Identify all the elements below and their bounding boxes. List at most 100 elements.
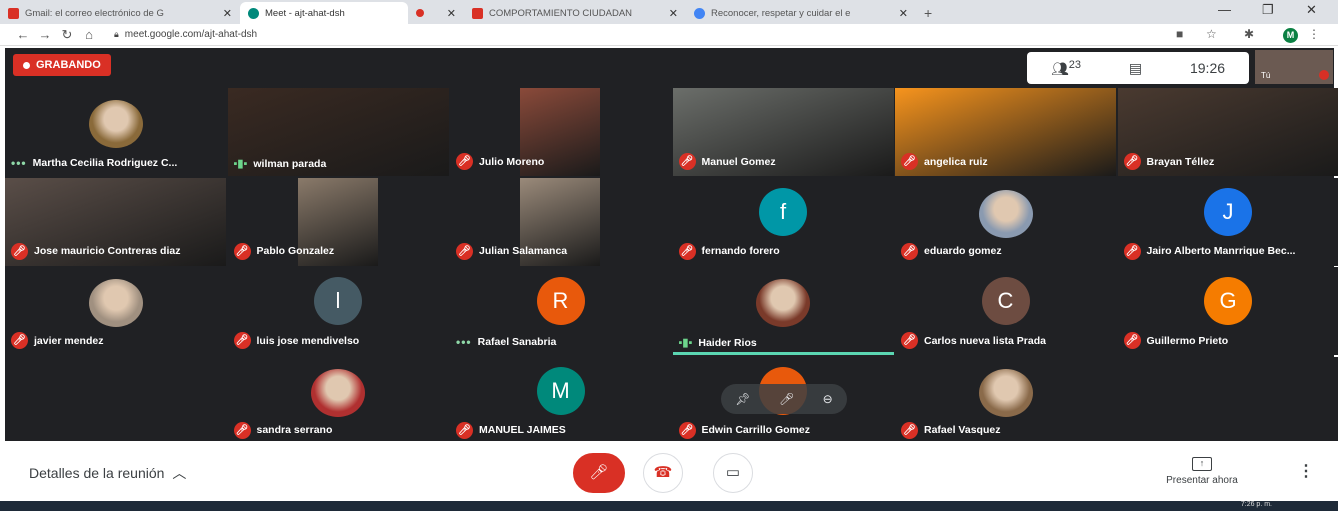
participant-tile bbox=[1117, 356, 1338, 445]
participant-name: MANUEL JAIMES bbox=[479, 424, 566, 436]
close-icon[interactable]: ✕ bbox=[223, 7, 232, 20]
home-icon[interactable]: ⌂ bbox=[78, 27, 100, 42]
participant-nameplate: 🎤︎ Carlos nueva lista Prada bbox=[901, 332, 1046, 349]
initial-avatar: M bbox=[536, 366, 585, 415]
participant-name: Rafael Sanabria bbox=[477, 336, 557, 348]
camera-icon: ▭ bbox=[725, 464, 741, 481]
chevron-up-icon: ︿ bbox=[172, 465, 187, 481]
mic-off-icon: 🎤︎ bbox=[233, 242, 251, 260]
pin-icon[interactable]: 📌︎ bbox=[735, 392, 750, 406]
participant-nameplate: 🎤︎ Jose mauricio Contreras diaz bbox=[11, 242, 180, 260]
participant-tile[interactable]: J 🎤︎ Jairo Alberto Manrrique Bec... bbox=[1117, 177, 1338, 266]
participant-name: wilman parada bbox=[253, 157, 327, 170]
participant-tile[interactable]: ▪▮▪ Haider Rios bbox=[672, 267, 894, 355]
leave-call-button[interactable]: ☎︎ bbox=[643, 453, 683, 493]
participant-tile[interactable]: 🎤︎ eduardo gomez bbox=[895, 177, 1116, 266]
camera-ext-icon[interactable]: ■ bbox=[1176, 27, 1183, 41]
participant-nameplate: 🎤︎ Rafael Vasquez bbox=[901, 421, 1001, 439]
tab-meet[interactable]: Meet - ajt-ahat-dsh bbox=[240, 2, 408, 24]
chat-icon[interactable]: ▤ bbox=[1129, 60, 1142, 77]
tab-gmail[interactable]: Gmail: el correo electrónico de G ✕ bbox=[0, 2, 240, 24]
puzzle-icon[interactable]: ✱ bbox=[1244, 27, 1254, 41]
participant-nameplate: 🎤︎ angelica ruiz bbox=[901, 153, 988, 170]
meeting-time: 19:26 bbox=[1189, 60, 1226, 76]
initial-avatar: f bbox=[759, 187, 807, 236]
participant-tile[interactable]: C 🎤︎ Carlos nueva lista Prada bbox=[895, 267, 1116, 355]
participant-tile bbox=[5, 356, 226, 445]
tab-title: Gmail: el correo electrónico de G bbox=[25, 7, 164, 19]
participant-tile[interactable]: ▪▮▪ wilman parada bbox=[227, 88, 449, 176]
close-icon[interactable]: ✕ bbox=[899, 7, 908, 20]
participant-name: fernando forero bbox=[701, 245, 780, 257]
google-icon bbox=[694, 7, 705, 19]
meeting-details-button[interactable]: Detalles de la reunión ︿ bbox=[29, 463, 186, 483]
participant-tile[interactable]: 🎤︎ Julian Salamanca bbox=[450, 177, 671, 266]
reload-icon[interactable]: ↻ bbox=[56, 27, 78, 43]
participants-count: 23 bbox=[1068, 58, 1081, 71]
participant-tile[interactable]: l 🎤︎ luis jose mendivelso bbox=[227, 267, 449, 355]
mic-off-icon: 🎤︎ bbox=[456, 153, 473, 170]
url-field[interactable]: 🔒︎ meet.google.com/ajt-ahat-dsh bbox=[114, 29, 257, 40]
taskbar-clock: 7:26 p. m. bbox=[1240, 501, 1272, 508]
back-icon[interactable]: ← bbox=[12, 27, 34, 42]
participant-tile[interactable]: 🎤︎ Jose mauricio Contreras diaz bbox=[5, 177, 226, 266]
tab-comportamiento[interactable]: COMPORTAMIENTO CIUDADAN ✕ bbox=[464, 2, 686, 24]
participant-tile[interactable]: ••• Martha Cecilia Rodriguez C... bbox=[5, 88, 226, 176]
participant-name: Haider Rios bbox=[698, 336, 757, 349]
window-close-icon[interactable]: ✕ bbox=[1306, 2, 1317, 18]
participant-nameplate: 🎤︎ Jairo Alberto Manrrique Bec... bbox=[1123, 242, 1295, 260]
participant-tile[interactable]: 🎤︎ sandra serrano bbox=[227, 356, 449, 445]
participant-tile[interactable]: 🎤︎ Rafael Vasquez bbox=[895, 356, 1116, 445]
participant-name: Manuel Gomez bbox=[701, 155, 776, 168]
participant-nameplate: 🎤︎ javier mendez bbox=[11, 332, 103, 349]
tile-hover-controls: 📌︎ 🎤︎ ⊖ bbox=[721, 384, 847, 414]
participant-tile[interactable]: 🎤︎ Brayan Téllez bbox=[1117, 88, 1338, 176]
participants-button[interactable]: 👥︎23 bbox=[1051, 59, 1081, 78]
more-options-icon[interactable]: ⋮ bbox=[1298, 461, 1314, 481]
participant-tile[interactable]: R ••• Rafael Sanabria bbox=[450, 267, 671, 355]
mic-off-icon: 🎤︎ bbox=[901, 421, 918, 439]
restore-icon[interactable]: ❐ bbox=[1262, 2, 1274, 18]
mic-off-icon: 🎤︎ bbox=[1123, 332, 1141, 349]
recording-badge: GRABANDO bbox=[13, 54, 111, 76]
new-tab-button[interactable]: + bbox=[916, 2, 946, 24]
mic-off-icon: 🎤︎ bbox=[233, 421, 251, 439]
mic-off-icon: 🎤︎ bbox=[589, 464, 609, 481]
hangup-icon: ☎︎ bbox=[653, 464, 673, 481]
remove-icon[interactable]: ⊖ bbox=[823, 392, 833, 406]
participant-tile[interactable]: 🎤︎ angelica ruiz bbox=[895, 88, 1116, 176]
camera-toggle-button[interactable]: ▭ bbox=[713, 453, 753, 493]
audio-dots-icon: ••• bbox=[11, 156, 27, 170]
profile-avatar[interactable]: M bbox=[1283, 28, 1298, 43]
k-icon bbox=[472, 7, 483, 19]
close-icon[interactable]: ✕ bbox=[669, 7, 678, 20]
participant-tile[interactable]: 🎤︎ Manuel Gomez bbox=[672, 88, 894, 176]
tab-recording[interactable]: ✕ bbox=[408, 2, 464, 24]
participant-tile[interactable]: 🎤︎ Pablo Gonzalez bbox=[227, 177, 449, 266]
tab-reconocer[interactable]: Reconocer, respetar y cuidar el e ✕ bbox=[686, 2, 916, 24]
active-speaker-bar bbox=[672, 352, 894, 355]
forward-icon[interactable]: → bbox=[34, 27, 56, 42]
participant-tile[interactable]: 🎤︎ javier mendez bbox=[5, 267, 226, 355]
mute-participant-icon[interactable]: 🎤︎ bbox=[779, 392, 794, 406]
participant-name: Rafael Vasquez bbox=[924, 424, 1001, 436]
meeting-info-bar: 👥︎23 ▤ 19:26 bbox=[1027, 52, 1249, 84]
menu-icon[interactable]: ⋮ bbox=[1308, 27, 1320, 41]
participant-tile[interactable]: G 🎤︎ Guillermo Prieto bbox=[1117, 267, 1338, 355]
profile-photo bbox=[88, 279, 143, 327]
participant-nameplate: 🎤︎ fernando forero bbox=[678, 242, 780, 260]
present-now-button[interactable]: ↑ Presentar ahora bbox=[1152, 457, 1252, 486]
star-icon[interactable]: ☆ bbox=[1206, 27, 1217, 41]
mic-toggle-button[interactable]: 🎤︎ bbox=[573, 453, 625, 493]
self-view[interactable]: Tú bbox=[1255, 50, 1333, 84]
participant-name: Guillermo Prieto bbox=[1146, 334, 1229, 347]
participant-tile[interactable]: f 🎤︎ fernando forero bbox=[672, 177, 894, 266]
participant-nameplate: 🎤︎ Manuel Gomez bbox=[678, 153, 776, 170]
participant-name: Martha Cecilia Rodriguez C... bbox=[32, 157, 178, 169]
minimize-icon[interactable]: — bbox=[1218, 2, 1231, 17]
participant-tile[interactable]: M 🎤︎ MANUEL JAIMES bbox=[450, 356, 671, 445]
mic-off-icon: 🎤︎ bbox=[11, 332, 28, 349]
participant-tile[interactable]: 🎤︎ Julio Moreno bbox=[450, 88, 671, 176]
close-icon[interactable]: ✕ bbox=[447, 7, 456, 20]
initial-avatar: C bbox=[981, 277, 1030, 325]
